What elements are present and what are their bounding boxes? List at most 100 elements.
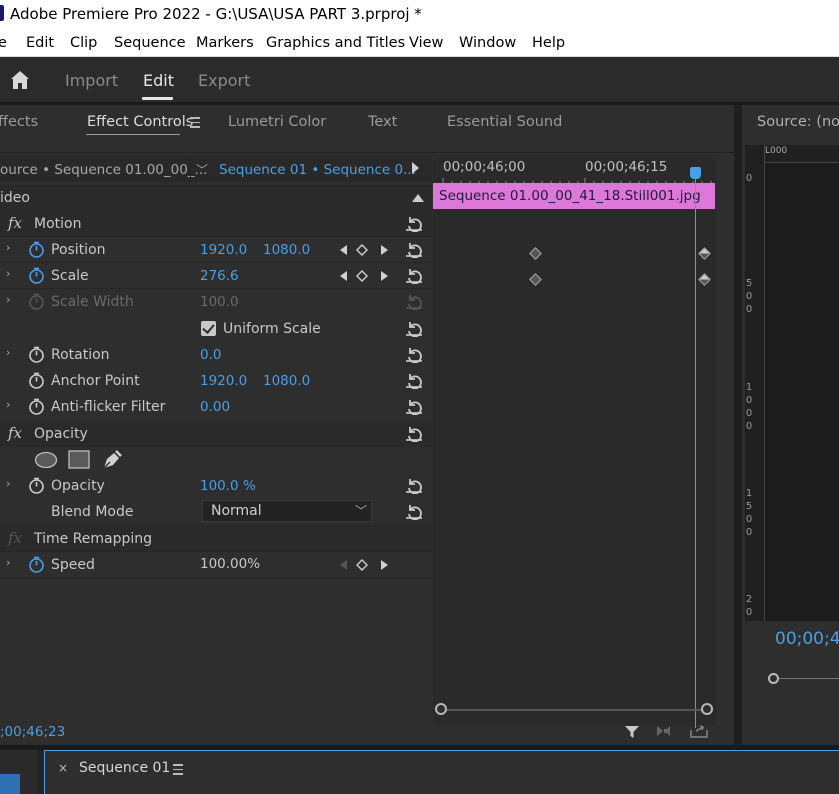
tab-edit[interactable]: Edit	[143, 71, 174, 90]
show-timeline-icon[interactable]	[412, 162, 419, 174]
scale-width-row: › Scale Width 100.0	[0, 289, 432, 315]
tab-effects[interactable]: ffects	[0, 114, 38, 130]
menu-clip[interactable]: Clip	[70, 35, 97, 51]
source-viewer[interactable]: L000 0 5 0 0 1 0 0 0 1 5 0 0 2 0	[745, 145, 839, 621]
stopwatch-icon[interactable]	[28, 372, 45, 389]
close-icon[interactable]: ×	[58, 761, 68, 775]
menu-file[interactable]: e	[0, 35, 7, 51]
chevron-right-icon[interactable]: ›	[6, 477, 10, 490]
selection-tool-icon[interactable]	[0, 774, 20, 794]
stopwatch-icon[interactable]	[28, 398, 45, 415]
scale-value[interactable]: 276.6	[200, 268, 239, 284]
source-monitor-title[interactable]: Source: (no cl	[757, 114, 839, 130]
video-section-header: ideo	[0, 185, 432, 211]
panel-menu-icon[interactable]	[173, 764, 183, 775]
blend-mode-label: Blend Mode	[51, 504, 134, 520]
menu-edit[interactable]: Edit	[26, 35, 54, 51]
menu-help[interactable]: Help	[532, 35, 565, 51]
reset-icon[interactable]	[405, 319, 423, 337]
filter-icon[interactable]	[624, 724, 640, 740]
fx-icon[interactable]: fx	[8, 424, 22, 442]
reset-icon[interactable]	[405, 397, 423, 415]
panel-menu-icon[interactable]	[190, 117, 200, 131]
timeline-clip[interactable]: Sequence 01.00_00_41_18.Still001.jpg	[433, 183, 715, 209]
reset-icon[interactable]	[405, 502, 423, 520]
export-frame-icon[interactable]	[689, 724, 709, 738]
source-scrub-bar[interactable]	[768, 667, 839, 687]
menu-view[interactable]: View	[409, 35, 443, 51]
chevron-right-icon[interactable]: ›	[6, 346, 10, 359]
anti-flicker-value[interactable]: 0.00	[200, 399, 230, 415]
menu-window[interactable]: Window	[459, 35, 516, 51]
reset-icon[interactable]	[405, 240, 423, 258]
uniform-scale-checkbox[interactable]	[201, 321, 216, 336]
chevron-right-icon[interactable]: ›	[6, 267, 10, 280]
reset-icon[interactable]	[405, 424, 423, 442]
motion-effect-row[interactable]: fx Motion	[0, 211, 432, 237]
menu-graphics-and-titles[interactable]: Graphics and Titles	[266, 35, 405, 51]
effect-controls-timeline[interactable]: 00;00;46;00 00;00;46;15 Sequence 01.00_0…	[433, 156, 716, 728]
scale-width-value: 100.0	[200, 294, 239, 310]
keyframe-marker[interactable]	[529, 247, 542, 260]
tab-sequence-01[interactable]: × Sequence 01	[44, 750, 839, 794]
time-remapping-effect-row[interactable]: fx Time Remapping	[0, 526, 432, 552]
rectangle-mask-icon[interactable]	[68, 450, 90, 469]
reset-icon[interactable]	[405, 214, 423, 232]
keyframe-navigator[interactable]	[339, 244, 389, 256]
timeline-zoom-scrollbar[interactable]	[433, 703, 716, 717]
reset-icon[interactable]	[405, 476, 423, 494]
time-remapping-label: Time Remapping	[34, 531, 153, 547]
stopwatch-icon[interactable]	[28, 477, 45, 494]
speed-value[interactable]: 100.00%	[200, 556, 260, 572]
chevron-down-icon[interactable]: ﹀	[196, 161, 208, 178]
zoom-handle-left[interactable]	[768, 673, 779, 684]
ellipse-mask-icon[interactable]	[34, 451, 58, 469]
position-y-value[interactable]: 1080.0	[263, 242, 310, 258]
menu-sequence[interactable]: Sequence	[114, 35, 186, 51]
stopwatch-active-icon[interactable]	[28, 556, 45, 573]
reset-icon[interactable]	[405, 371, 423, 389]
tab-lumetri-color[interactable]: Lumetri Color	[228, 114, 326, 130]
reset-icon[interactable]	[405, 266, 423, 284]
tab-essential-sound[interactable]: Essential Sound	[447, 114, 562, 130]
chevron-right-icon[interactable]: ›	[6, 293, 10, 306]
chevron-right-icon[interactable]: ›	[6, 241, 10, 254]
keyframe-navigator[interactable]	[339, 270, 389, 282]
chevron-right-icon[interactable]: ›	[6, 556, 10, 569]
home-icon[interactable]	[9, 69, 31, 91]
keyframe-marker[interactable]	[698, 273, 711, 286]
tab-effect-controls[interactable]: Effect Controls	[87, 114, 193, 130]
tab-text[interactable]: Text	[368, 114, 397, 130]
timeline-panel: × Sequence 01	[0, 750, 839, 794]
opacity-value[interactable]: 100.0 %	[200, 478, 256, 494]
tab-export[interactable]: Export	[198, 71, 250, 90]
reset-icon[interactable]	[405, 345, 423, 363]
keyframe-marker[interactable]	[698, 247, 711, 260]
loop-audio-icon[interactable]	[656, 724, 674, 738]
source-timecode[interactable]: 00;00;4	[775, 629, 839, 649]
sequence-clip-selector[interactable]: Sequence 01 • Sequence 0...	[219, 162, 416, 178]
master-clip-label[interactable]: ource • Sequence 01.00_00_...	[0, 162, 207, 178]
keyframe-navigator[interactable]	[339, 559, 389, 571]
stopwatch-icon[interactable]	[28, 346, 45, 363]
stopwatch-active-icon[interactable]	[28, 267, 45, 284]
stopwatch-active-icon[interactable]	[28, 241, 45, 258]
position-x-value[interactable]: 1920.0	[200, 242, 247, 258]
horizontal-ruler: L000	[765, 145, 839, 163]
zoom-handle-left[interactable]	[435, 703, 447, 715]
collapse-icon[interactable]	[412, 194, 424, 202]
chevron-right-icon[interactable]: ›	[6, 398, 10, 411]
menu-markers[interactable]: Markers	[196, 35, 254, 51]
rotation-value[interactable]: 0.0	[200, 347, 221, 363]
fx-icon[interactable]: fx	[8, 214, 22, 232]
tab-import[interactable]: Import	[65, 71, 118, 90]
playhead-line[interactable]	[695, 178, 696, 728]
pen-mask-icon[interactable]	[101, 449, 123, 471]
zoom-handle-right[interactable]	[701, 703, 713, 715]
anchor-point-x-value[interactable]: 1920.0	[200, 373, 247, 389]
keyframe-marker[interactable]	[529, 273, 542, 286]
anchor-point-y-value[interactable]: 1080.0	[263, 373, 310, 389]
current-timecode[interactable]: ;00;46;23	[0, 724, 65, 740]
blend-mode-select[interactable]: Normal ﹀	[202, 500, 372, 522]
opacity-effect-row[interactable]: fx Opacity	[0, 421, 432, 447]
